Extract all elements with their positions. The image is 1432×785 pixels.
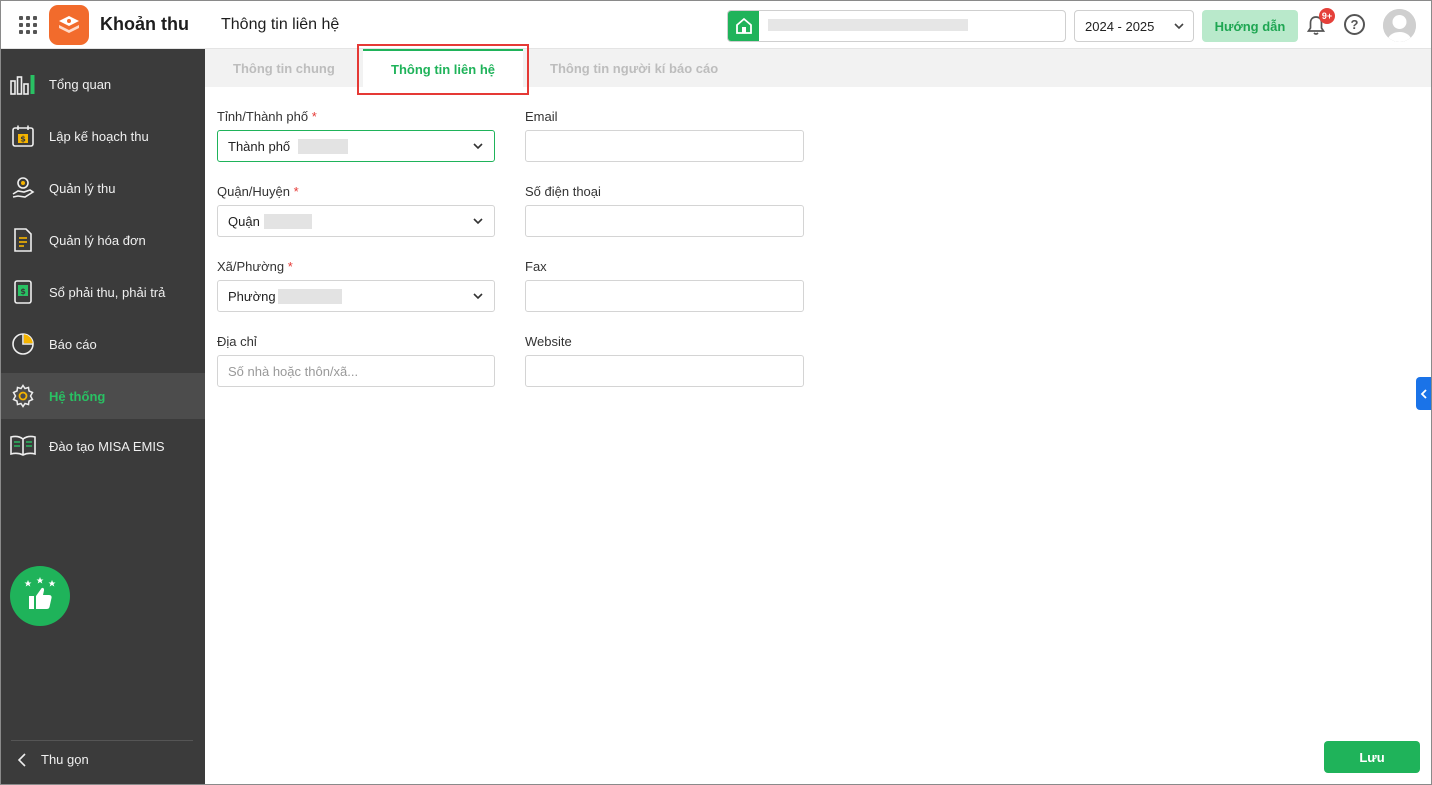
feedback-button[interactable] bbox=[10, 566, 70, 626]
sidebar-item-system[interactable]: Hệ thống bbox=[1, 373, 205, 419]
school-name-redacted bbox=[768, 19, 968, 31]
province-select[interactable]: Thành phố bbox=[217, 130, 495, 162]
thumbs-up-icon bbox=[24, 577, 56, 609]
school-selector[interactable] bbox=[727, 10, 1066, 42]
sidebar-item-label: Sổ phải thu, phải trả bbox=[49, 284, 166, 300]
fax-label: Fax bbox=[525, 259, 547, 274]
coin-hand-icon bbox=[10, 175, 36, 201]
app-grid-icon[interactable] bbox=[19, 16, 37, 34]
address-label: Địa chỉ bbox=[217, 334, 257, 349]
phone-field[interactable] bbox=[525, 205, 804, 237]
chevron-left-icon bbox=[1420, 388, 1427, 399]
chevron-down-icon bbox=[473, 143, 483, 150]
email-label: Email bbox=[525, 109, 558, 124]
sidebar-item-label: Hệ thống bbox=[49, 388, 106, 404]
collapse-label: Thu gọn bbox=[41, 752, 89, 767]
district-value: Quận bbox=[228, 214, 260, 229]
pie-chart-icon bbox=[10, 331, 36, 357]
school-year-value: 2024 - 2025 bbox=[1085, 19, 1155, 34]
guide-button[interactable]: Hướng dẫn bbox=[1202, 10, 1298, 42]
province-label: Tỉnh/Thành phố * bbox=[217, 109, 317, 124]
save-button[interactable]: Lưu bbox=[1324, 741, 1420, 773]
invoice-icon bbox=[10, 227, 36, 253]
sidebar-item-label: Tổng quan bbox=[49, 76, 112, 92]
page-title: Thông tin liên hệ bbox=[221, 16, 340, 33]
side-panel-toggle[interactable] bbox=[1416, 377, 1431, 410]
sidebar-item-plan[interactable]: $ Lập kế hoạch thu bbox=[1, 113, 205, 159]
sidebar-item-training[interactable]: Đào tạo MISA EMIS bbox=[1, 423, 205, 469]
redacted-text bbox=[264, 214, 312, 229]
app-name: Khoản thu bbox=[100, 14, 189, 34]
chevron-left-icon bbox=[17, 752, 26, 767]
notification-badge: 9+ bbox=[1319, 8, 1335, 24]
calendar-money-icon: $ bbox=[10, 123, 36, 149]
school-icon bbox=[728, 11, 759, 41]
email-field[interactable] bbox=[525, 130, 804, 162]
address-placeholder: Số nhà hoặc thôn/xã... bbox=[228, 364, 359, 379]
website-field[interactable] bbox=[525, 355, 804, 387]
help-icon[interactable]: ? bbox=[1344, 14, 1365, 35]
collapse-sidebar-button[interactable]: Thu gọn bbox=[17, 752, 89, 767]
redacted-text bbox=[278, 289, 342, 304]
website-label: Website bbox=[525, 334, 572, 349]
sidebar-item-invoice[interactable]: Quản lý hóa đơn bbox=[1, 217, 205, 263]
sidebar-item-label: Đào tạo MISA EMIS bbox=[49, 438, 165, 454]
chevron-down-icon bbox=[473, 218, 483, 225]
chevron-down-icon bbox=[1174, 23, 1184, 30]
tab-general-info[interactable]: Thông tin chung bbox=[233, 49, 335, 87]
avatar[interactable] bbox=[1383, 9, 1416, 42]
sidebar-item-ledger[interactable]: $ Sổ phải thu, phải trả bbox=[1, 269, 205, 315]
redacted-text bbox=[298, 139, 348, 154]
top-header: Khoản thu Thông tin liên hệ 2024 - 2025 … bbox=[1, 1, 1431, 49]
sidebar-item-label: Quản lý thu bbox=[49, 180, 116, 196]
district-select[interactable]: Quận bbox=[217, 205, 495, 237]
sidebar-item-label: Quản lý hóa đơn bbox=[49, 232, 146, 248]
sidebar-item-collect[interactable]: Quản lý thu bbox=[1, 165, 205, 211]
sidebar-item-report[interactable]: Báo cáo bbox=[1, 321, 205, 367]
ward-select[interactable]: Phường bbox=[217, 280, 495, 312]
ward-value: Phường bbox=[228, 289, 276, 304]
province-value: Thành phố bbox=[228, 139, 291, 154]
svg-text:$: $ bbox=[20, 287, 26, 296]
bar-chart-icon bbox=[10, 71, 36, 97]
address-input[interactable]: Số nhà hoặc thôn/xã... bbox=[217, 355, 495, 387]
fax-field[interactable] bbox=[525, 280, 804, 312]
chevron-down-icon bbox=[473, 293, 483, 300]
phone-label: Số điện thoại bbox=[525, 184, 601, 199]
svg-text:$: $ bbox=[20, 135, 26, 144]
app-logo[interactable] bbox=[49, 5, 89, 45]
sidebar-item-label: Báo cáo bbox=[49, 336, 97, 352]
gear-icon bbox=[10, 383, 36, 409]
district-label: Quận/Huyện * bbox=[217, 184, 299, 199]
tab-report-signer[interactable]: Thông tin người kí báo cáo bbox=[550, 49, 718, 87]
highlight-box bbox=[357, 44, 529, 95]
book-icon bbox=[10, 433, 36, 459]
sidebar: Tổng quan $ Lập kế hoạch thu Quản lý thu… bbox=[1, 49, 205, 784]
sidebar-item-overview[interactable]: Tổng quan bbox=[1, 61, 205, 107]
app-window: Khoản thu Thông tin liên hệ 2024 - 2025 … bbox=[0, 0, 1432, 785]
divider bbox=[11, 740, 193, 741]
school-year-select[interactable]: 2024 - 2025 bbox=[1074, 10, 1194, 42]
ledger-icon: $ bbox=[10, 279, 36, 305]
sidebar-item-label: Lập kế hoạch thu bbox=[49, 128, 149, 144]
ward-label: Xã/Phường * bbox=[217, 259, 293, 274]
